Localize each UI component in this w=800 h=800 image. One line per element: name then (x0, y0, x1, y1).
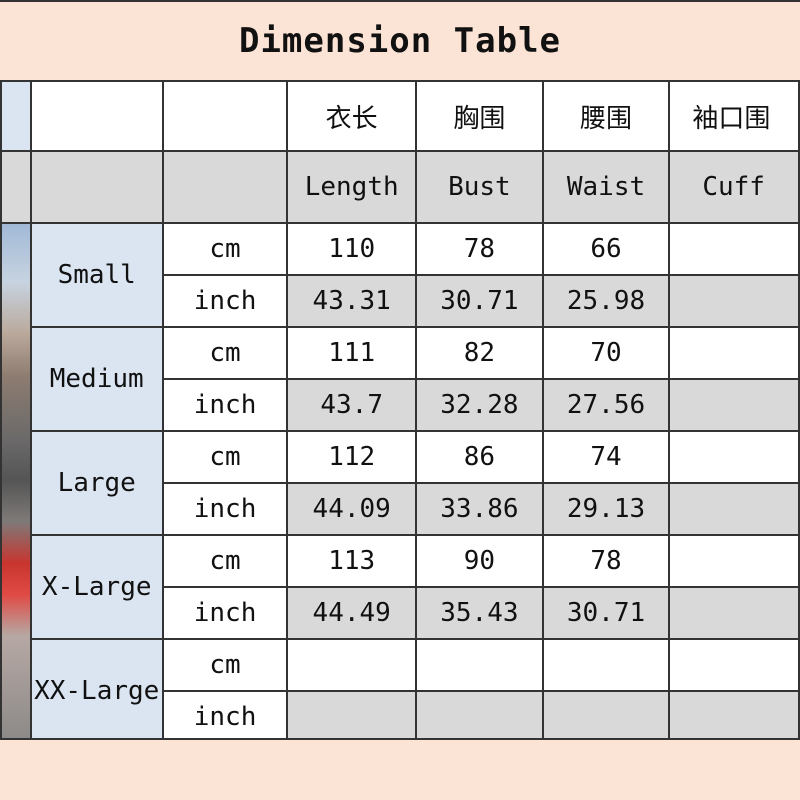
size-label: X-Large (29, 534, 164, 640)
value-cell: 29.13 (541, 482, 671, 536)
header-en-length: Length (286, 150, 418, 224)
title-bar: Dimension Table (0, 0, 800, 82)
value-cell (541, 690, 671, 744)
value-cell: 78 (415, 222, 544, 276)
table-row: Medium cm 111 82 70 (1, 326, 800, 432)
header-blank (161, 150, 289, 224)
table-row: XX-Large cm (1, 638, 800, 744)
header-row-en: Length Bust Waist Cuff (0, 150, 800, 224)
size-label: Medium (29, 326, 164, 432)
value-cell (668, 690, 800, 744)
value-cell: 70 (541, 326, 671, 380)
unit-label: cm (161, 222, 289, 276)
value-cell: 113 (286, 534, 418, 588)
value-cell: 35.43 (415, 586, 544, 640)
header-row-zh: 衣长 胸围 腰围 袖口围 (0, 80, 800, 152)
header-blank (29, 80, 164, 152)
value-cell (668, 534, 800, 588)
value-cell: 27.56 (541, 378, 671, 432)
value-cell: 82 (415, 326, 544, 380)
value-cell: 78 (541, 534, 671, 588)
unit-label: inch (161, 482, 289, 536)
header-zh-bust: 胸围 (415, 80, 544, 152)
header-blank (0, 80, 32, 152)
value-cell: 32.28 (415, 378, 544, 432)
value-cell: 43.7 (286, 378, 418, 432)
header-zh-waist: 腰围 (541, 80, 671, 152)
size-label: XX-Large (29, 638, 164, 744)
header-zh-cuff: 袖口围 (668, 80, 800, 152)
value-cell (668, 326, 800, 380)
unit-label: inch (161, 586, 289, 640)
size-label: Large (29, 430, 164, 536)
unit-label: inch (161, 690, 289, 744)
unit-label: cm (161, 430, 289, 484)
value-cell (668, 274, 800, 328)
value-cell (668, 378, 800, 432)
header-en-waist: Waist (541, 150, 671, 224)
value-cell: 112 (286, 430, 418, 484)
value-cell (668, 222, 800, 276)
header-en-bust: Bust (415, 150, 544, 224)
unit-label: inch (161, 378, 289, 432)
table-row: Large cm 112 86 74 (1, 430, 800, 536)
unit-label: cm (161, 534, 289, 588)
photo-cell (0, 222, 32, 744)
header-zh-length: 衣长 (286, 80, 418, 152)
value-cell: 44.49 (286, 586, 418, 640)
value-cell (541, 638, 671, 692)
value-cell: 30.71 (415, 274, 544, 328)
value-cell (415, 638, 544, 692)
value-cell: 44.09 (286, 482, 418, 536)
dimension-table: 衣长 胸围 腰围 袖口围 Length Bust Waist Cuff Smal… (0, 80, 800, 744)
value-cell: 110 (286, 222, 418, 276)
value-cell: 25.98 (541, 274, 671, 328)
value-cell: 74 (541, 430, 671, 484)
value-cell (286, 638, 418, 692)
value-cell: 33.86 (415, 482, 544, 536)
unit-label: cm (161, 638, 289, 692)
value-cell: 86 (415, 430, 544, 484)
header-blank (161, 80, 289, 152)
header-blank (29, 150, 164, 224)
value-cell (668, 586, 800, 640)
value-cell (415, 690, 544, 744)
table-row: X-Large cm 113 90 78 (1, 534, 800, 640)
value-cell: 30.71 (541, 586, 671, 640)
unit-label: inch (161, 274, 289, 328)
table-title: Dimension Table (238, 21, 562, 61)
value-cell: 43.31 (286, 274, 418, 328)
value-cell: 111 (286, 326, 418, 380)
header-blank (0, 150, 32, 224)
value-cell (668, 482, 800, 536)
unit-label: cm (161, 326, 289, 380)
size-label: Small (29, 222, 164, 328)
value-cell (668, 638, 800, 692)
header-en-cuff: Cuff (668, 150, 800, 224)
footer-bar (0, 738, 800, 800)
value-cell: 90 (415, 534, 544, 588)
value-cell: 66 (541, 222, 671, 276)
value-cell (668, 430, 800, 484)
table-row: Small cm 110 78 66 (0, 222, 800, 744)
value-cell (286, 690, 418, 744)
